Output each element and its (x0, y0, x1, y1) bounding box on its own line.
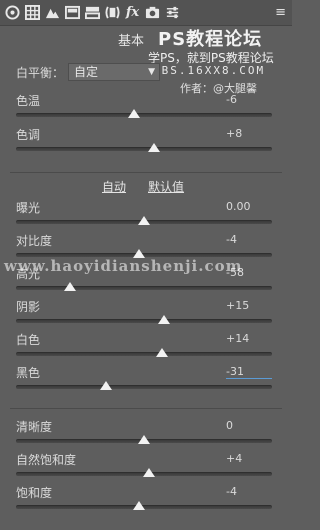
vibrance-label: 自然饱和度 (16, 453, 77, 467)
shadows-value[interactable]: +15 (226, 299, 249, 312)
temperature-slider-track[interactable] (16, 113, 272, 117)
blacks-value[interactable]: -31 (226, 365, 272, 379)
exposure-slider-thumb[interactable] (138, 216, 150, 225)
section-divider (10, 172, 282, 173)
watermark-url: BBS.16XX8.COM (153, 64, 266, 77)
panel-icon[interactable] (64, 4, 81, 21)
contrast-label: 对比度 (16, 234, 53, 248)
whites-slider-track[interactable] (16, 352, 272, 356)
split-panel-icon[interactable] (84, 4, 101, 21)
blacks-slider-thumb[interactable] (99, 381, 112, 390)
auto-link[interactable]: 自动 (102, 178, 126, 195)
clarity-slider-thumb[interactable] (138, 435, 150, 444)
panel-menu-icon[interactable]: ≡ (275, 5, 286, 20)
tint-value[interactable]: +8 (226, 127, 242, 140)
sliders-icon[interactable] (164, 4, 181, 21)
tint-slider-track[interactable] (16, 147, 272, 151)
panel-title: 基本 (118, 34, 145, 49)
whites-slider-thumb[interactable] (155, 348, 168, 357)
saturation-slider-thumb[interactable] (132, 501, 145, 510)
temperature-label: 色温 (16, 94, 41, 108)
vibrance-value[interactable]: +4 (226, 452, 242, 465)
blacks-label: 黑色 (16, 366, 41, 380)
exposure-label: 曝光 (16, 201, 41, 215)
tint-slider-thumb[interactable] (148, 143, 161, 152)
white-balance-label: 白平衡： (16, 66, 65, 80)
clarity-value[interactable]: 0 (226, 419, 233, 432)
whites-label: 白色 (16, 333, 41, 347)
lens-icon[interactable] (104, 4, 121, 21)
aperture-icon[interactable] (4, 4, 21, 21)
camera-icon[interactable] (144, 4, 161, 21)
chevron-down-icon: ▼ (148, 67, 155, 77)
saturation-label: 饱和度 (16, 486, 53, 500)
shadows-label: 阴影 (16, 300, 41, 314)
shadows-slider-track[interactable] (16, 319, 272, 323)
white-balance-value: 自定 (74, 65, 99, 79)
section-divider (10, 408, 282, 409)
saturation-value[interactable]: -4 (226, 485, 237, 498)
highlights-slider-thumb[interactable] (63, 282, 76, 291)
contrast-value[interactable]: -4 (226, 233, 237, 246)
clarity-label: 清晰度 (16, 420, 53, 434)
panel-toolbar: fx ≡ (0, 0, 292, 26)
tint-label: 色调 (16, 128, 41, 142)
whites-value[interactable]: +14 (226, 332, 249, 345)
watermark-author: 作者：@大腿馨 (180, 82, 257, 95)
default-link[interactable]: 默认值 (148, 178, 184, 195)
watermark-band: www.haoyidianshenji.com (4, 257, 243, 275)
exposure-value[interactable]: 0.00 (226, 200, 251, 213)
highlights-slider-track[interactable] (16, 286, 272, 290)
fx-icon[interactable]: fx (124, 4, 141, 21)
watermark-title: PS教程论坛 (158, 29, 263, 50)
shadows-slider-thumb[interactable] (158, 315, 171, 324)
blacks-slider-track[interactable] (16, 385, 272, 389)
temperature-slider-thumb[interactable] (127, 109, 140, 118)
vibrance-slider-thumb[interactable] (143, 468, 156, 477)
temperature-value[interactable]: -6 (226, 93, 237, 106)
mountain-icon[interactable] (44, 4, 61, 21)
grid-icon[interactable] (24, 4, 41, 21)
white-balance-dropdown[interactable]: 自定 ▼ (68, 63, 160, 81)
